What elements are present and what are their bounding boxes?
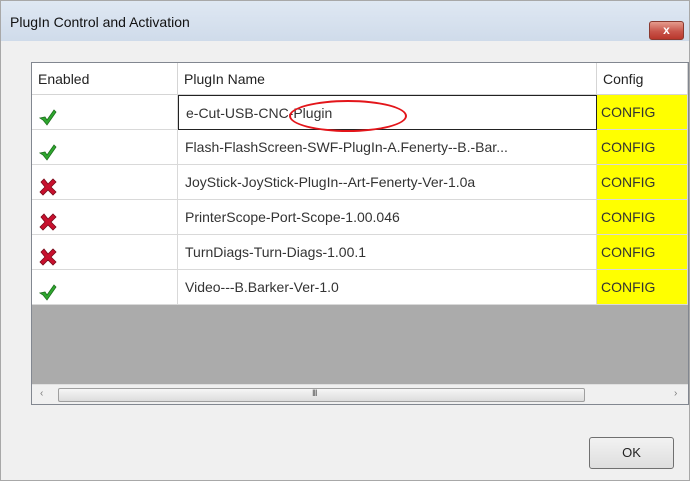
plugin-dialog: PlugIn Control and Activation x Enabled … xyxy=(0,0,690,481)
ok-button[interactable]: OK xyxy=(589,437,674,469)
grid-header: Enabled PlugIn Name Config xyxy=(32,63,688,95)
enabled-cell[interactable] xyxy=(32,270,178,305)
plugin-name-cell[interactable]: JoyStick-JoyStick-PlugIn--Art-Fenerty-Ve… xyxy=(178,165,597,200)
enabled-cell[interactable] xyxy=(32,130,178,165)
green-check-icon[interactable] xyxy=(38,279,57,301)
horizontal-scrollbar[interactable]: ‹ III › xyxy=(32,384,688,404)
plugin-name-cell[interactable]: TurnDiags-Turn-Diags-1.00.1 xyxy=(178,235,597,270)
scrollbar-grip: III xyxy=(312,388,317,398)
plugin-name-cell[interactable]: PrinterScope-Port-Scope-1.00.046 xyxy=(178,200,597,235)
scroll-right-arrow-icon[interactable]: › xyxy=(674,388,677,399)
title-bar[interactable]: PlugIn Control and Activation x xyxy=(1,1,689,41)
close-button[interactable]: x xyxy=(649,21,684,40)
table-row[interactable]: PrinterScope-Port-Scope-1.00.046 CONFIG xyxy=(32,200,688,235)
red-x-icon[interactable] xyxy=(39,174,57,196)
table-row[interactable]: TurnDiags-Turn-Diags-1.00.1 CONFIG xyxy=(32,235,688,270)
column-header-name[interactable]: PlugIn Name xyxy=(178,63,597,95)
red-x-icon[interactable] xyxy=(39,209,57,231)
table-row[interactable]: Flash-FlashScreen-SWF-PlugIn-A.Fenerty--… xyxy=(32,130,688,165)
scrollbar-thumb[interactable]: III xyxy=(58,388,585,402)
scroll-left-arrow-icon[interactable]: ‹ xyxy=(40,388,43,399)
enabled-cell[interactable] xyxy=(32,95,178,130)
enabled-cell[interactable] xyxy=(32,235,178,270)
config-button[interactable]: CONFIG xyxy=(597,95,688,130)
green-check-icon[interactable] xyxy=(38,139,57,161)
column-header-config[interactable]: Config xyxy=(597,63,688,95)
plugin-name-cell[interactable]: Flash-FlashScreen-SWF-PlugIn-A.Fenerty--… xyxy=(178,130,597,165)
table-row[interactable]: JoyStick-JoyStick-PlugIn--Art-Fenerty-Ve… xyxy=(32,165,688,200)
highlight-ellipse xyxy=(289,100,407,132)
column-header-enabled[interactable]: Enabled xyxy=(32,63,178,95)
config-button[interactable]: CONFIG xyxy=(597,270,688,305)
green-check-icon[interactable] xyxy=(38,104,57,126)
red-x-icon[interactable] xyxy=(39,244,57,266)
config-button[interactable]: CONFIG xyxy=(597,200,688,235)
config-button[interactable]: CONFIG xyxy=(597,235,688,270)
enabled-cell[interactable] xyxy=(32,165,178,200)
table-row[interactable]: Video---B.Barker-Ver-1.0 CONFIG xyxy=(32,270,688,305)
plugin-name-cell[interactable]: Video---B.Barker-Ver-1.0 xyxy=(178,270,597,305)
enabled-cell[interactable] xyxy=(32,200,178,235)
config-button[interactable]: CONFIG xyxy=(597,165,688,200)
window-title: PlugIn Control and Activation xyxy=(10,14,190,30)
config-button[interactable]: CONFIG xyxy=(597,130,688,165)
